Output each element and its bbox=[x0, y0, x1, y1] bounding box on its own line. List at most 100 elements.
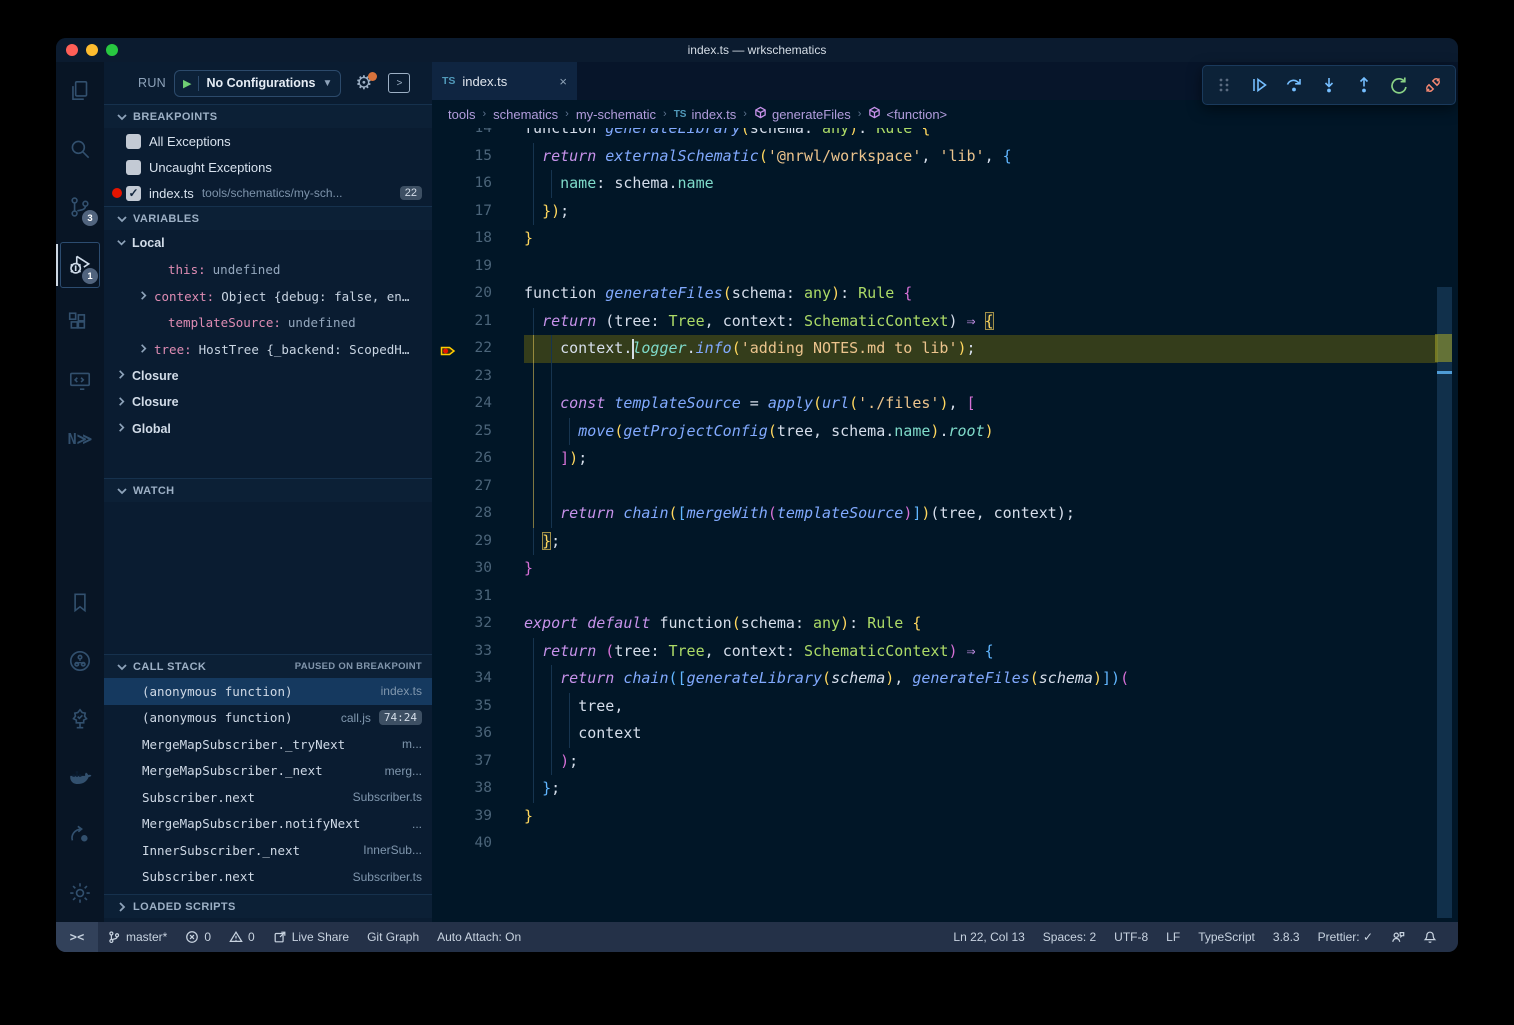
variable-row[interactable]: this:undefined bbox=[104, 257, 432, 284]
variable-row[interactable]: context:Object {debug: false, en… bbox=[104, 283, 432, 310]
gutter[interactable]: 21 bbox=[432, 308, 524, 336]
code-line-26[interactable]: 26 ]); bbox=[432, 445, 1438, 473]
code-line-37[interactable]: 37 ); bbox=[432, 748, 1438, 776]
status-notifications[interactable] bbox=[1414, 922, 1446, 952]
gutter[interactable]: 28 bbox=[432, 500, 524, 528]
status-language-mode[interactable]: TypeScript bbox=[1189, 922, 1264, 952]
code-line-31[interactable]: 31 bbox=[432, 583, 1438, 611]
line-text[interactable] bbox=[524, 583, 1438, 611]
variable-row[interactable]: Closure bbox=[104, 363, 432, 390]
line-text[interactable]: return (tree: Tree, context: SchematicCo… bbox=[524, 308, 1438, 336]
line-text[interactable]: name: schema.name bbox=[524, 170, 1438, 198]
scrollbar[interactable] bbox=[1437, 128, 1452, 922]
code-line-17[interactable]: 17 }); bbox=[432, 198, 1438, 226]
line-text[interactable]: function generateFiles(schema: any): Rul… bbox=[524, 280, 1438, 308]
gutter[interactable]: 19 bbox=[432, 253, 524, 281]
breadcrumb-item[interactable]: schematics bbox=[493, 107, 558, 122]
tab-index-ts[interactable]: TS index.ts × bbox=[432, 62, 577, 100]
gutter[interactable]: 15 bbox=[432, 143, 524, 171]
line-text[interactable] bbox=[524, 363, 1438, 391]
code-line-36[interactable]: 36 context bbox=[432, 720, 1438, 748]
line-text[interactable]: ); bbox=[524, 748, 1438, 776]
gutter[interactable]: 38 bbox=[432, 775, 524, 803]
drag-handle-button[interactable] bbox=[1210, 71, 1238, 99]
code-line-34[interactable]: 34 return chain([generateLibrary(schema)… bbox=[432, 665, 1438, 693]
gutter[interactable]: 27 bbox=[432, 473, 524, 501]
activity-item-extensions[interactable] bbox=[56, 294, 104, 352]
line-text[interactable]: context bbox=[524, 720, 1438, 748]
gutter[interactable]: 30 bbox=[432, 555, 524, 583]
line-text[interactable]: }; bbox=[524, 775, 1438, 803]
variable-row[interactable]: Local bbox=[104, 230, 432, 257]
gutter[interactable]: 17 bbox=[432, 198, 524, 226]
status-auto-attach[interactable]: Auto Attach: On bbox=[428, 922, 530, 952]
variable-row[interactable]: Closure bbox=[104, 389, 432, 416]
code-line-40[interactable]: 40 bbox=[432, 830, 1438, 858]
gutter[interactable]: 33 bbox=[432, 638, 524, 666]
configure-button[interactable]: ⚙ bbox=[355, 74, 372, 93]
status-encoding[interactable]: UTF-8 bbox=[1105, 922, 1157, 952]
status-prettier[interactable]: Prettier: ✓ bbox=[1309, 922, 1382, 952]
activity-item-live-share[interactable] bbox=[56, 806, 104, 864]
gutter[interactable]: 31 bbox=[432, 583, 524, 611]
code-line-14[interactable]: 14function generateLibrary(schema: any):… bbox=[432, 128, 1438, 143]
call-stack-frame[interactable]: (anonymous function)index.ts bbox=[104, 678, 432, 705]
breakpoint-row[interactable]: Uncaught Exceptions bbox=[104, 154, 432, 180]
status-feedback[interactable] bbox=[1382, 922, 1414, 952]
gutter[interactable]: 34 bbox=[432, 665, 524, 693]
line-text[interactable] bbox=[524, 473, 1438, 501]
line-text[interactable] bbox=[524, 830, 1438, 858]
gutter[interactable]: 39 bbox=[432, 803, 524, 831]
gutter[interactable]: 24 bbox=[432, 390, 524, 418]
section-header-variables[interactable]: VARIABLES bbox=[104, 206, 432, 230]
breadcrumb-item[interactable]: TSindex.ts bbox=[674, 107, 737, 122]
line-text[interactable]: return externalSchematic('@nrwl/workspac… bbox=[524, 143, 1438, 171]
activity-item-source-control[interactable]: 3 bbox=[56, 178, 104, 236]
status-live-share[interactable]: Live Share bbox=[264, 922, 358, 952]
section-header-loaded-scripts[interactable]: LOADED SCRIPTS bbox=[104, 894, 432, 918]
breakpoint-checkbox[interactable] bbox=[126, 134, 141, 149]
gutter[interactable]: 29 bbox=[432, 528, 524, 556]
code-line-15[interactable]: 15 return externalSchematic('@nrwl/works… bbox=[432, 143, 1438, 171]
status-eol[interactable]: LF bbox=[1157, 922, 1189, 952]
gutter[interactable]: 18 bbox=[432, 225, 524, 253]
code-line-24[interactable]: 24 const templateSource = apply(url('./f… bbox=[432, 390, 1438, 418]
line-text[interactable]: } bbox=[524, 225, 1438, 253]
activity-item-explorer[interactable] bbox=[56, 62, 104, 120]
gutter[interactable]: 26 bbox=[432, 445, 524, 473]
debug-console-button[interactable]: > bbox=[388, 73, 410, 93]
variable-row[interactable]: tree:HostTree {_backend: ScopedH… bbox=[104, 336, 432, 363]
code-line-21[interactable]: 21 return (tree: Tree, context: Schemati… bbox=[432, 308, 1438, 336]
status-indentation[interactable]: Spaces: 2 bbox=[1034, 922, 1105, 952]
gutter[interactable]: 37 bbox=[432, 748, 524, 776]
status-git-branch[interactable]: master* bbox=[98, 922, 176, 952]
section-header-call-stack[interactable]: CALL STACK PAUSED ON BREAKPOINT bbox=[104, 654, 432, 678]
activity-item-todo-tree[interactable] bbox=[56, 690, 104, 748]
gutter[interactable]: 22 bbox=[432, 335, 524, 363]
code-line-25[interactable]: 25 move(getProjectConfig(tree, schema.na… bbox=[432, 418, 1438, 446]
section-header-breakpoints[interactable]: BREAKPOINTS bbox=[104, 104, 432, 128]
gutter[interactable]: 25 bbox=[432, 418, 524, 446]
line-text[interactable]: function generateLibrary(schema: any): R… bbox=[524, 128, 1438, 143]
code-line-29[interactable]: 29 }; bbox=[432, 528, 1438, 556]
gutter[interactable]: 35 bbox=[432, 693, 524, 721]
scrollbar-thumb[interactable] bbox=[1437, 287, 1452, 918]
line-text[interactable]: context.logger.info('adding NOTES.md to … bbox=[524, 335, 1438, 363]
launch-config-dropdown[interactable]: ▶ No Configurations ▼ bbox=[174, 70, 341, 97]
line-text[interactable]: } bbox=[524, 803, 1438, 831]
line-text[interactable]: return chain([generateLibrary(schema), g… bbox=[524, 665, 1438, 693]
breakpoint-row[interactable]: All Exceptions bbox=[104, 128, 432, 154]
gutter[interactable]: 32 bbox=[432, 610, 524, 638]
code-line-18[interactable]: 18} bbox=[432, 225, 1438, 253]
code-line-28[interactable]: 28 return chain([mergeWith(templateSourc… bbox=[432, 500, 1438, 528]
line-text[interactable]: const templateSource = apply(url('./file… bbox=[524, 390, 1438, 418]
breadcrumb-item[interactable]: my-schematic bbox=[576, 107, 656, 122]
call-stack-frame[interactable]: MergeMapSubscriber.notifyNext... bbox=[104, 811, 432, 838]
gutter[interactable]: 23 bbox=[432, 363, 524, 391]
gutter[interactable]: 20 bbox=[432, 280, 524, 308]
gutter[interactable]: 36 bbox=[432, 720, 524, 748]
step-into-button[interactable] bbox=[1315, 71, 1343, 99]
code-line-27[interactable]: 27 bbox=[432, 473, 1438, 501]
call-stack-frame[interactable]: MergeMapSubscriber._nextmerg... bbox=[104, 758, 432, 785]
line-text[interactable]: } bbox=[524, 555, 1438, 583]
